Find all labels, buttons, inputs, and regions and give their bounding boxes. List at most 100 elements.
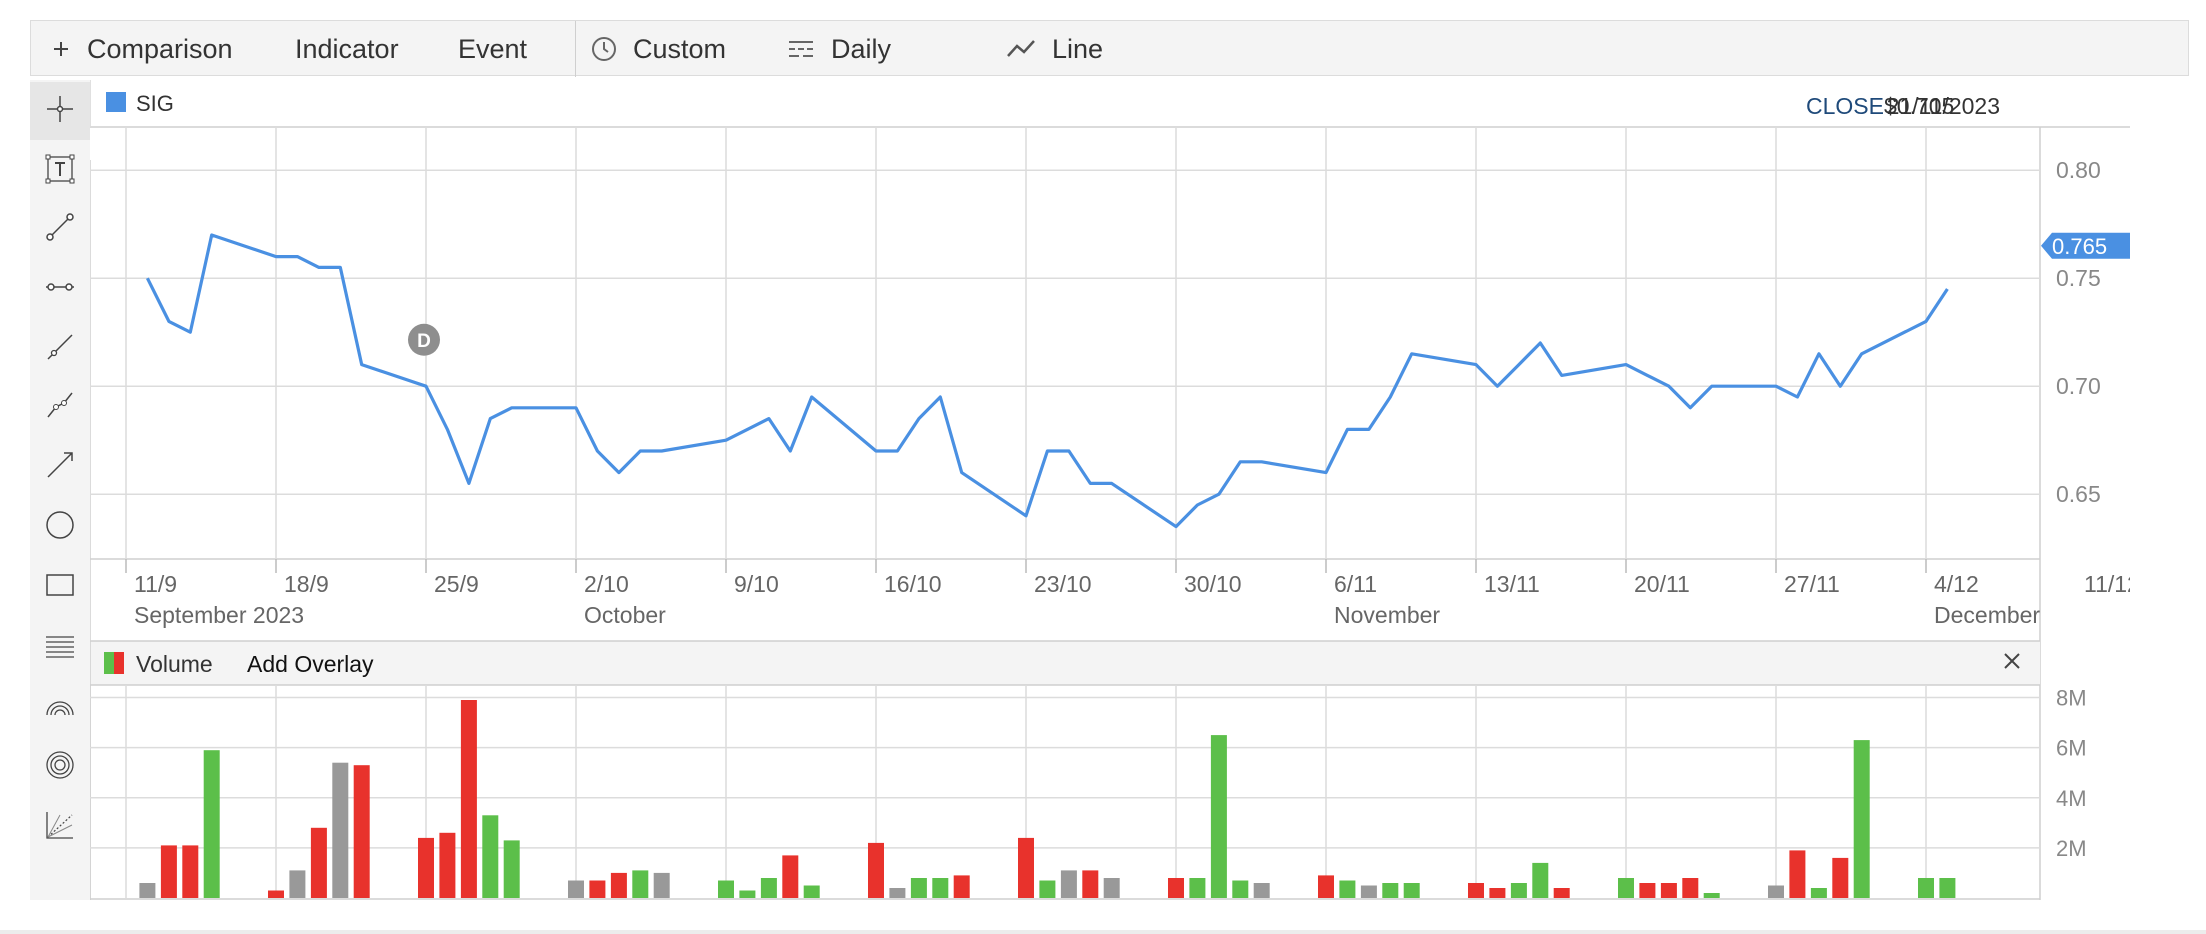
circle-tool[interactable]	[30, 498, 90, 556]
volume-bar	[1403, 883, 1420, 898]
segment-tool[interactable]	[30, 200, 90, 258]
price-y-tick-label: 0.70	[2056, 373, 2101, 399]
ray-tool[interactable]	[30, 438, 90, 496]
volume-bar	[610, 872, 627, 898]
volume-bar	[1360, 885, 1377, 898]
volume-bar	[1789, 850, 1806, 898]
price-y-tick-label: 0.65	[2056, 481, 2101, 507]
price-x-tick-label: 18/9	[284, 571, 329, 597]
drawing-toolbar	[30, 80, 91, 900]
dividend-event-label: D	[417, 331, 431, 352]
indicator-button[interactable]: Indicator	[295, 21, 399, 77]
volume-bar	[1082, 870, 1099, 898]
volume-bar	[953, 875, 970, 898]
sig-legend-label: SIG	[136, 91, 174, 116]
comparison-button[interactable]: Comparison	[51, 21, 233, 77]
volume-bar	[1468, 883, 1484, 898]
volume-bar	[332, 762, 349, 898]
month-label: December	[1934, 602, 2040, 628]
volume-bar	[1018, 837, 1034, 898]
volume-bar	[568, 880, 584, 898]
price-x-tick-label: 30/10	[1184, 571, 1242, 597]
chart-type-label: Line	[1052, 33, 1104, 64]
custom-range-button[interactable]: Custom	[591, 21, 726, 77]
rectangle-icon	[44, 569, 76, 606]
add-overlay-button[interactable]: Add Overlay	[247, 651, 374, 677]
current-price-tag: 0.765	[2041, 232, 2130, 259]
volume-bar	[203, 750, 220, 898]
volume-y-tick-label: 2M	[2056, 836, 2087, 861]
volume-panel-title: Volume	[136, 651, 213, 677]
volume-bar	[1339, 880, 1356, 898]
comparison-label: Comparison	[87, 33, 233, 64]
periodicity-icon	[787, 37, 815, 61]
volume-bar	[760, 878, 777, 898]
periodicity-label: Daily	[831, 33, 892, 64]
indicator-label: Indicator	[295, 33, 399, 64]
volume-bar	[1553, 888, 1570, 898]
volume-bar	[1510, 883, 1527, 898]
crosshair-tool[interactable]	[30, 82, 90, 140]
event-label: Event	[458, 33, 528, 64]
volume-legend-swatch-up	[104, 652, 114, 674]
volume-panel-header	[90, 641, 2040, 685]
fibonacci-circle-icon	[44, 749, 76, 786]
volume-bar	[739, 890, 756, 898]
line-chart-icon	[1006, 38, 1036, 60]
price-y-tick-label: 0.75	[2056, 265, 2101, 291]
text-annotation-tool[interactable]	[30, 142, 90, 200]
fibonacci-circle-tool[interactable]	[30, 738, 90, 796]
volume-bar	[503, 840, 520, 898]
sig-legend-swatch	[106, 92, 126, 112]
volume-bar	[439, 832, 456, 898]
volume-y-tick-label: 8M	[2056, 686, 2087, 711]
volume-bar	[718, 880, 734, 898]
dividend-event-marker[interactable]: D	[408, 323, 440, 356]
volume-bar	[1382, 883, 1399, 898]
volume-bar	[418, 837, 434, 898]
volume-bar	[139, 883, 156, 898]
text-annotation-icon	[44, 153, 76, 190]
chart-type-button[interactable]: Line	[1006, 21, 1103, 77]
crosshair-icon	[45, 94, 75, 129]
chart-toolbar: Comparison Indicator Event Custom Daily …	[30, 20, 2189, 77]
month-label: September 2023	[134, 602, 304, 628]
volume-bar	[782, 855, 799, 898]
continuous-line-icon	[44, 389, 76, 426]
fibonacci-arc-tool[interactable]	[30, 678, 90, 736]
volume-bar	[653, 872, 670, 898]
price-x-tick-label: 13/11	[1484, 571, 1540, 597]
chart-canvas[interactable]: SIG CLOSE $0.705 21/11/2023 0.650.700.75…	[90, 80, 2130, 900]
fibonacci-retracement-tool[interactable]	[30, 618, 90, 676]
price-x-tick-label: 20/11	[1634, 571, 1690, 597]
event-button[interactable]: Event	[458, 21, 527, 77]
price-x-tick-label: 27/11	[1784, 571, 1840, 597]
custom-range-label: Custom	[633, 33, 727, 64]
volume-bar	[1168, 878, 1184, 898]
volume-bar	[353, 765, 370, 898]
volume-bar	[632, 870, 649, 898]
ray-icon	[44, 449, 76, 486]
volume-bar	[1210, 735, 1227, 898]
price-x-tick-label: 9/10	[734, 571, 779, 597]
price-x-tick-label: 16/10	[884, 571, 942, 597]
chart-area[interactable]: SIG CLOSE $0.705 21/11/2023 0.65 0.70 0.75…	[90, 80, 2130, 900]
volume-bar	[1703, 893, 1720, 898]
volume-bar	[482, 815, 499, 898]
price-x-tick-label: 25/9	[434, 571, 479, 597]
fibonacci-timezone-tool[interactable]	[30, 798, 90, 856]
close-readout-date: 21/11/2023	[1887, 93, 2000, 119]
horizontal-line-tool[interactable]	[30, 260, 90, 318]
rectangle-tool[interactable]	[30, 558, 90, 616]
trend-line-icon	[44, 331, 76, 368]
volume-bar	[310, 827, 327, 898]
volume-bar	[1810, 888, 1827, 898]
bottom-scrollbar-track	[0, 930, 2206, 934]
price-panel-bg	[90, 126, 2130, 640]
clock-icon	[591, 36, 617, 62]
month-label: November	[1334, 602, 1440, 628]
periodicity-button[interactable]: Daily	[787, 21, 891, 77]
trend-line-tool[interactable]	[30, 320, 90, 378]
fibonacci-retracement-icon	[44, 629, 76, 666]
continuous-line-tool[interactable]	[30, 378, 90, 436]
